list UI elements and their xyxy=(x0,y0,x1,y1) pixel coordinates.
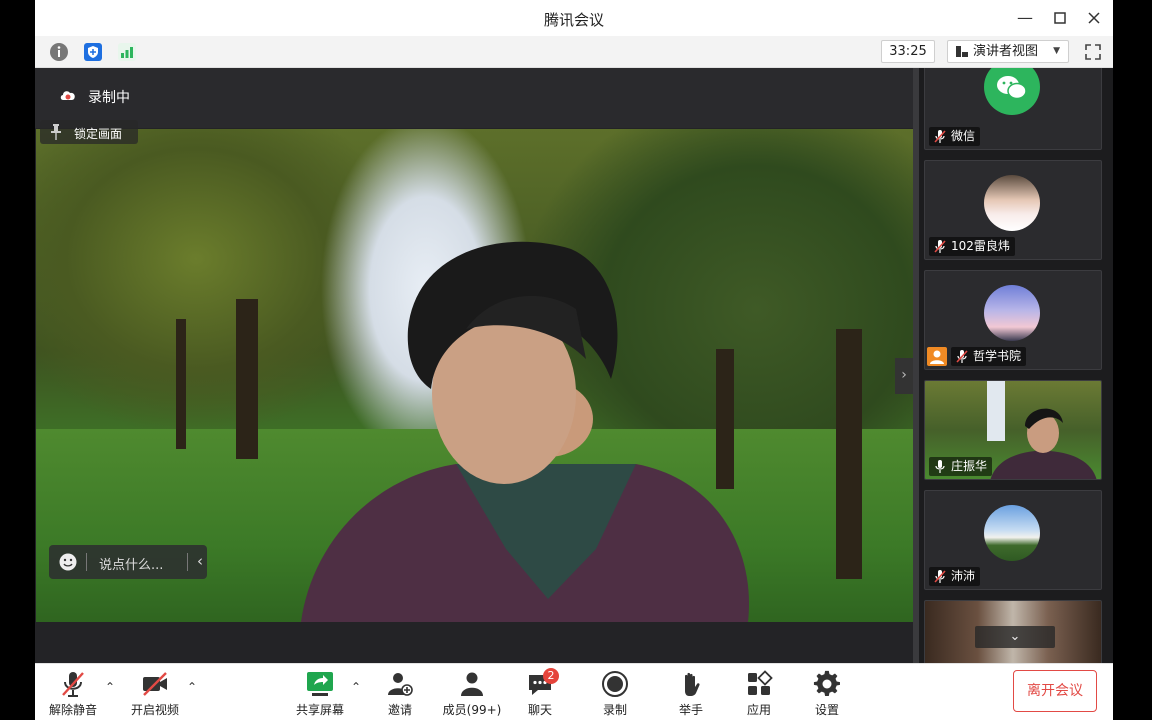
participant-tile[interactable]: 沛沛 xyxy=(924,490,1102,590)
collapse-panel-button[interactable]: › xyxy=(895,358,913,394)
lock-view-button[interactable]: 锁定画面 xyxy=(40,120,138,144)
chevron-left-icon[interactable]: ‹ xyxy=(197,552,203,570)
view-mode-dropdown[interactable]: 演讲者视图 ▼ xyxy=(947,40,1069,63)
settings-button[interactable]: 设置 xyxy=(805,668,849,718)
lock-view-label: 锁定画面 xyxy=(74,127,123,141)
view-mode-label: 演讲者视图 xyxy=(973,44,1039,59)
layout-icon xyxy=(956,46,968,57)
mic-muted-icon xyxy=(62,672,84,697)
mic-muted-icon xyxy=(934,240,946,253)
info-icon[interactable] xyxy=(49,42,69,62)
share-options-caret[interactable]: ⌃ xyxy=(351,680,361,694)
recording-bar: 录制中 xyxy=(35,68,913,128)
share-screen-icon xyxy=(307,672,333,696)
video-off-icon xyxy=(143,672,167,696)
minimize-icon[interactable]: — xyxy=(1012,6,1038,30)
audio-options-caret[interactable]: ⌃ xyxy=(105,680,115,694)
scroll-down-button[interactable]: ⌄ xyxy=(975,626,1055,648)
window-title: 腾讯会议 xyxy=(543,11,604,29)
gear-icon xyxy=(813,670,840,697)
video-options-caret[interactable]: ⌃ xyxy=(187,680,197,694)
record-button[interactable]: 录制 xyxy=(593,668,637,718)
meeting-toolbar: 33:25 演讲者视图 ▼ xyxy=(35,36,1113,68)
mic-muted-icon xyxy=(956,350,968,363)
chevron-down-icon: ▼ xyxy=(1053,46,1060,56)
mic-muted-icon xyxy=(934,130,946,143)
avatar xyxy=(984,505,1040,561)
comment-input[interactable]: 说点什么... ‹ xyxy=(49,545,207,579)
avatar xyxy=(984,285,1040,341)
meeting-window: 腾讯会议 — 33:25 演讲者视图 ▼ 录制中 锁定画面 说点什么... ‹ … xyxy=(35,0,1113,720)
title-bar: 腾讯会议 — xyxy=(35,0,1113,36)
participant-tile[interactable]: 哲学书院 xyxy=(924,270,1102,370)
fullscreen-icon[interactable] xyxy=(1083,42,1103,62)
start-video-button[interactable]: 开启视频 xyxy=(127,668,183,718)
raise-hand-button[interactable]: 举手 xyxy=(669,668,713,718)
host-icon xyxy=(927,347,947,366)
share-screen-button[interactable]: 共享屏幕 xyxy=(291,668,349,718)
participant-name: 102雷良炜 xyxy=(929,237,1015,256)
wechat-logo-icon xyxy=(984,68,1040,115)
hand-icon xyxy=(685,672,700,696)
participant-tile[interactable]: 微信 xyxy=(924,68,1102,150)
speaker-view: 录制中 锁定画面 说点什么... ‹ › xyxy=(35,68,913,663)
participant-name: 哲学书院 xyxy=(951,347,1027,366)
recording-label: 录制中 xyxy=(88,90,130,106)
members-icon xyxy=(461,672,483,696)
mic-muted-icon xyxy=(934,570,946,583)
avatar xyxy=(984,175,1040,231)
emoji-icon[interactable] xyxy=(59,553,77,571)
invite-button[interactable]: 邀请 xyxy=(375,668,425,718)
close-icon[interactable] xyxy=(1081,6,1107,30)
meeting-timer: 33:25 xyxy=(881,40,935,63)
participant-name: 沛沛 xyxy=(929,567,981,586)
signal-icon[interactable] xyxy=(117,42,137,62)
members-button[interactable]: 成员(99+) xyxy=(437,668,507,718)
record-icon xyxy=(602,671,628,697)
leave-meeting-button[interactable]: 离开会议 xyxy=(1013,670,1097,712)
chat-button[interactable]: 2 聊天 xyxy=(519,668,561,718)
add-user-icon xyxy=(388,673,413,696)
security-shield-icon[interactable] xyxy=(83,42,103,62)
participant-name: 微信 xyxy=(929,127,981,146)
chat-badge: 2 xyxy=(543,668,559,684)
apps-icon xyxy=(748,670,773,695)
participant-name: 庄振华 xyxy=(929,457,993,476)
pin-icon xyxy=(51,124,61,140)
bottom-controls: 解除静音 ⌃ 开启视频 ⌃ 共享屏幕 ⌃ 邀请 成员(99+) 2 聊天 录制 … xyxy=(35,663,1113,720)
maximize-icon[interactable] xyxy=(1047,6,1073,30)
participant-list: 微信 102雷良炜 哲学书院 庄振华 沛沛 ⌄ xyxy=(923,68,1103,663)
cloud-record-icon xyxy=(60,91,75,100)
unmute-button[interactable]: 解除静音 xyxy=(45,668,101,718)
comment-placeholder: 说点什么... xyxy=(99,558,164,573)
participant-tile[interactable]: 庄振华 xyxy=(924,380,1102,480)
panel-divider[interactable] xyxy=(913,68,919,663)
participant-tile[interactable]: 102雷良炜 xyxy=(924,160,1102,260)
apps-button[interactable]: 应用 xyxy=(737,668,781,718)
mic-on-icon xyxy=(935,460,945,473)
